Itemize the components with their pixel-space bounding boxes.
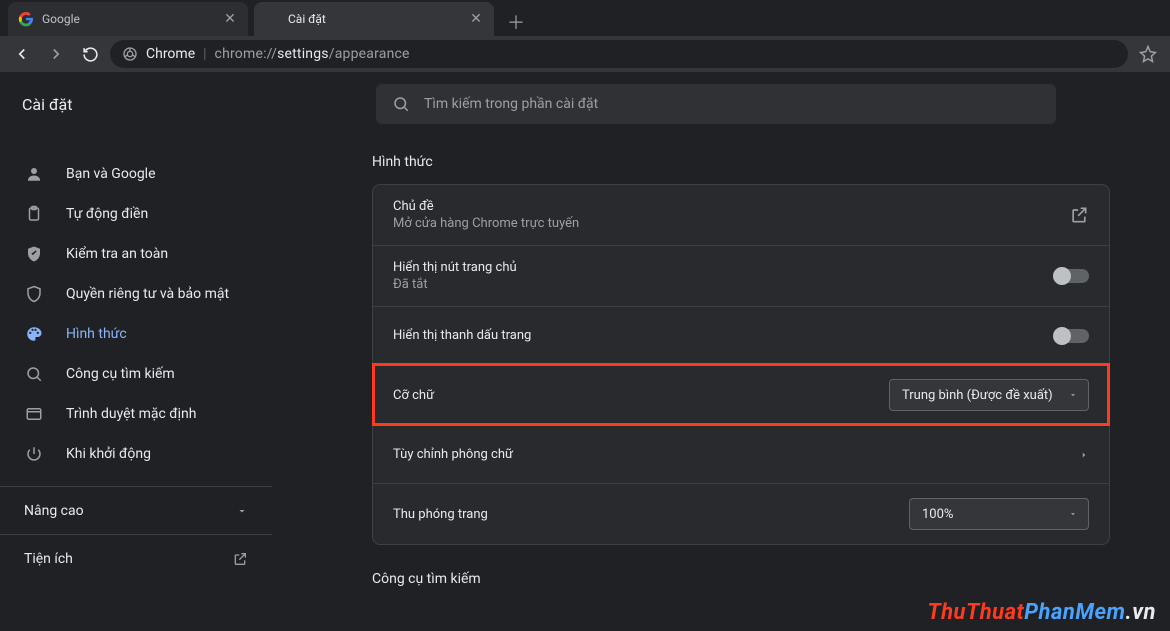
sidebar-item-autofill[interactable]: Tự động điền [0,194,272,234]
appearance-card: Chủ đề Mở cửa hàng Chrome trực tuyến Hiể… [372,184,1110,545]
sidebar-item-safety-check[interactable]: Kiểm tra an toàn [0,234,272,274]
url-scheme: chrome:// [215,46,278,62]
sidebar-item-you-and-google[interactable]: Bạn và Google [0,154,272,194]
close-icon[interactable]: ✕ [222,11,238,27]
sidebar-item-default-browser[interactable]: Trình duyệt mặc định [0,394,272,434]
row-page-zoom: Thu phóng trang 100% [373,483,1109,544]
settings-search[interactable] [376,84,1056,124]
row-theme-label: Chủ đề [393,199,579,214]
search-icon [392,95,410,113]
palette-icon [24,325,44,343]
row-font-size: Cỡ chữ Trung bình (Được đề xuất) [373,364,1109,425]
browser-icon [24,405,44,423]
url-host: settings [277,46,329,62]
external-link-icon [232,551,248,567]
section-search-engine-title: Công cụ tìm kiếm [372,571,1110,587]
page-zoom-select[interactable]: 100% [909,498,1089,530]
row-home-button-label: Hiển thị nút trang chủ [393,260,517,275]
sidebar-item-privacy[interactable]: Quyền riêng tư và bảo mật [0,274,272,314]
watermark: ThuThuatPhanMem.vn [927,600,1156,625]
row-customize-fonts-label: Tùy chỉnh phông chữ [393,447,513,462]
external-link-icon [1069,205,1089,225]
row-bookmarks-bar-label: Hiển thị thanh dấu trang [393,328,531,343]
section-appearance-title: Hình thức [372,154,1110,170]
bookmarks-bar-toggle[interactable] [1055,329,1089,343]
sidebar-item-label: Quyền riêng tư và bảo mật [66,286,229,302]
row-bookmarks-bar: Hiển thị thanh dấu trang [373,306,1109,364]
row-customize-fonts[interactable]: Tùy chỉnh phông chữ [373,425,1109,483]
chevron-down-icon [1068,509,1078,519]
page-zoom-value: 100% [922,507,953,522]
close-icon[interactable]: ✕ [468,11,484,27]
settings-main: Hình thức Chủ đề Mở cửa hàng Chrome trực… [272,136,1170,631]
sidebar-item-label: Bạn và Google [66,166,156,182]
font-size-select[interactable]: Trung bình (Được đề xuất) [889,379,1089,411]
power-icon [24,445,44,463]
page-title: Cài đặt [22,95,352,114]
row-home-button: Hiển thị nút trang chủ Đã tắt [373,245,1109,306]
settings-search-input[interactable] [424,96,1040,112]
sidebar-item-label: Hình thức [66,326,127,342]
chevron-down-icon [1068,390,1078,400]
sidebar-item-label: Kiểm tra an toàn [66,246,168,262]
forward-button[interactable] [42,40,70,68]
row-font-size-label: Cỡ chữ [393,388,434,403]
new-tab-button[interactable]: ＋ [502,8,530,36]
chrome-chip-icon [122,46,138,62]
home-button-toggle[interactable] [1055,269,1089,283]
address-bar[interactable]: Chrome | chrome://settings/appearance [110,40,1128,68]
omnibox-chip: Chrome [146,46,195,62]
sidebar-item-search-engine[interactable]: Công cụ tìm kiếm [0,354,272,394]
sidebar-extensions-label: Tiện ích [24,551,73,567]
sidebar-item-label: Khi khởi động [66,446,151,462]
sidebar-extensions[interactable]: Tiện ích [0,534,272,582]
chevron-down-icon [236,505,248,517]
tab-google[interactable]: Google ✕ [8,2,248,36]
settings-page: Cài đặt Bạn và Google Tự động điền Kiểm … [0,72,1170,631]
tab-strip: Google ✕ Cài đặt ✕ ＋ [0,0,1170,36]
sidebar-item-label: Công cụ tìm kiếm [66,366,175,382]
reload-button[interactable] [76,40,104,68]
settings-header: Cài đặt [0,72,1170,136]
sidebar-advanced-label: Nâng cao [24,503,84,519]
row-theme-sub: Mở cửa hàng Chrome trực tuyến [393,216,579,231]
clipboard-icon [24,205,44,223]
settings-sidebar: Bạn và Google Tự động điền Kiểm tra an t… [0,136,272,631]
sidebar-item-label: Trình duyệt mặc định [66,406,197,422]
gear-icon [264,11,280,27]
sidebar-item-label: Tự động điền [66,206,148,222]
url-path: /appearance [329,46,410,62]
sidebar-item-on-startup[interactable]: Khi khởi động [0,434,272,474]
chevron-right-icon [1079,450,1089,460]
tab-title: Google [42,12,222,26]
font-size-value: Trung bình (Được đề xuất) [902,388,1053,403]
person-icon [24,165,44,183]
shield-icon [24,285,44,303]
tab-title: Cài đặt [288,12,468,26]
google-favicon-icon [18,11,34,27]
row-page-zoom-label: Thu phóng trang [393,507,488,522]
search-icon [24,365,44,383]
sidebar-advanced[interactable]: Nâng cao [0,486,272,534]
row-theme[interactable]: Chủ đề Mở cửa hàng Chrome trực tuyến [373,185,1109,245]
bookmark-star-icon[interactable] [1134,40,1162,68]
shield-check-icon [24,245,44,263]
back-button[interactable] [8,40,36,68]
tab-settings[interactable]: Cài đặt ✕ [254,2,494,36]
row-home-button-sub: Đã tắt [393,277,517,292]
sidebar-item-appearance[interactable]: Hình thức [0,314,272,354]
browser-toolbar: Chrome | chrome://settings/appearance [0,36,1170,72]
